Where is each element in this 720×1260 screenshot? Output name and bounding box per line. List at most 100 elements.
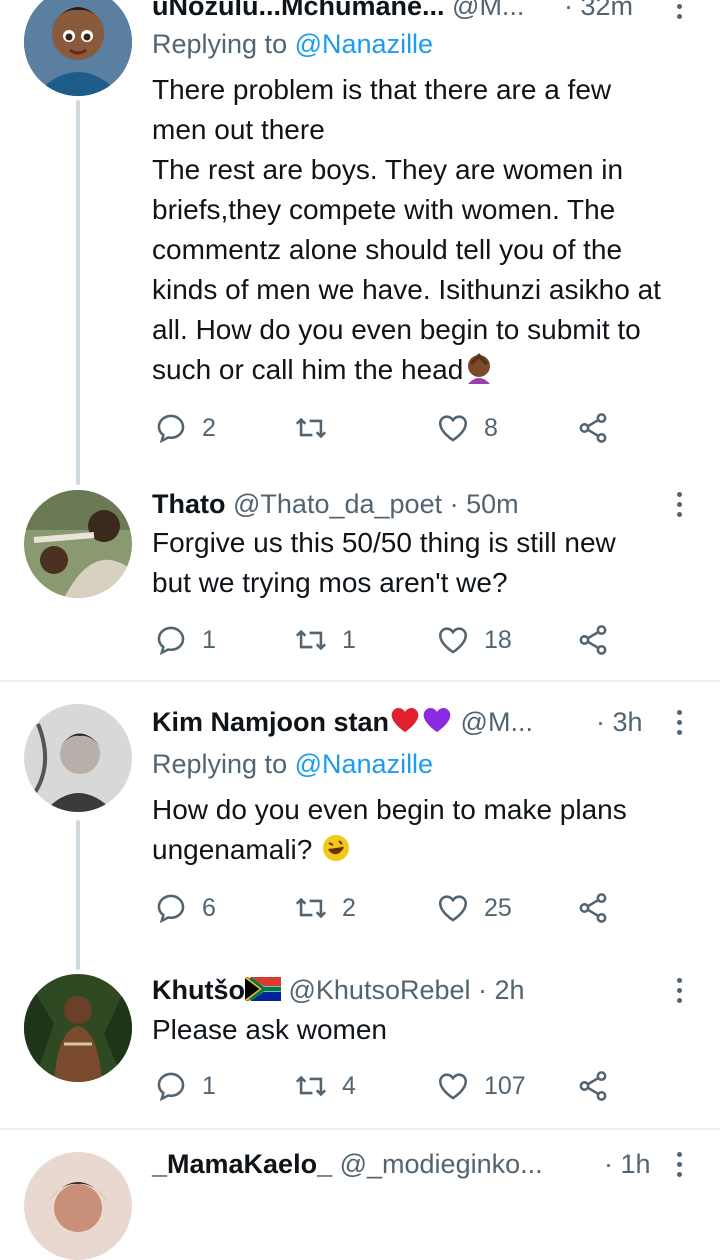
like-count: 8 [484, 413, 498, 442]
text-line: The rest are boys. They are women in [152, 154, 624, 185]
reply-icon [157, 414, 185, 444]
text-fragment: such or call him the head [152, 354, 464, 385]
avatar[interactable] [24, 490, 132, 598]
text-fragment: ungenamali? [152, 834, 313, 865]
reply-button[interactable]: 2 [154, 406, 216, 450]
more-options-icon[interactable] [664, 0, 694, 24]
share-button[interactable] [576, 1064, 610, 1108]
more-options-icon[interactable] [664, 972, 694, 1008]
text-line: men out there [152, 114, 325, 145]
avatar[interactable] [24, 0, 132, 96]
retweet-count: 2 [342, 893, 356, 922]
retweet-icon [295, 629, 327, 651]
tweet-text: How do you even begin to make plans unge… [152, 790, 692, 870]
text-line: but we trying mos aren't we? [152, 567, 508, 598]
reply-icon [157, 626, 185, 656]
reply-button[interactable]: 6 [154, 886, 216, 930]
retweet-button[interactable]: 1 [294, 618, 356, 662]
like-count: 25 [484, 893, 512, 922]
user-handle[interactable]: @M... [461, 707, 533, 737]
avatar[interactable] [24, 704, 132, 812]
text-line: commentz alone should tell you of the [152, 234, 623, 265]
tweet-header: _MamaKaelo_ @_modieginko... · 1h [152, 1146, 680, 1182]
share-button[interactable] [576, 618, 610, 662]
display-name[interactable]: uNozulu...Mchumane... [152, 0, 445, 21]
retweet-button[interactable]: 4 [294, 1064, 356, 1108]
reply-count: 1 [202, 625, 216, 654]
mention-link[interactable]: @Nanazille [295, 749, 433, 779]
share-icon [579, 625, 607, 655]
divider [0, 1128, 720, 1130]
tweet-header: Khutšo @KhutsoRebel · 2h [152, 972, 680, 1008]
retweet-icon [295, 897, 327, 919]
display-name[interactable]: _MamaKaelo_ [152, 1149, 332, 1179]
heart-icon [438, 415, 468, 442]
retweet-icon [295, 417, 327, 439]
text-line: such or call him the head [152, 350, 692, 390]
text-line: Please ask women [152, 1014, 388, 1045]
tweet-actions: 6 2 25 [152, 886, 672, 930]
like-count: 107 [484, 1071, 526, 1100]
text-line: Forgive us this 50/50 thing is still new [152, 527, 616, 558]
user-handle[interactable]: @_modieginko... [340, 1149, 543, 1179]
text-line: all. How do you even begin to submit to [152, 314, 641, 345]
tweet-header: Thato @Thato_da_poet · 50m [152, 486, 680, 522]
display-name[interactable]: Kim Namjoon stan [152, 707, 389, 737]
replying-to: Replying to @Nanazille [152, 746, 433, 782]
heart-icon [438, 627, 468, 654]
timestamp[interactable]: · 50m [450, 489, 519, 519]
timestamp[interactable]: · 32m [564, 0, 633, 24]
avatar[interactable] [24, 1152, 132, 1260]
user-handle[interactable]: @KhutsoRebel [289, 975, 471, 1005]
replying-prefix: Replying to [152, 29, 288, 59]
tweet-actions: 2 8 [152, 406, 672, 450]
replying-prefix: Replying to [152, 749, 288, 779]
thread-line [76, 820, 80, 970]
share-icon [579, 1071, 607, 1101]
avatar[interactable] [24, 974, 132, 1082]
retweet-button[interactable] [294, 406, 342, 450]
heart-icon [438, 895, 468, 922]
text-line: kinds of men we have. Isithunzi asikho a… [152, 274, 661, 305]
reply-icon [157, 894, 185, 924]
share-icon [579, 413, 607, 443]
like-button[interactable]: 8 [436, 406, 498, 450]
timestamp[interactable]: · 2h [478, 975, 525, 1005]
like-button[interactable]: 107 [436, 1064, 526, 1108]
reply-button[interactable]: 1 [154, 618, 216, 662]
south-africa-flag-icon [244, 977, 281, 1001]
like-button[interactable]: 25 [436, 886, 512, 930]
replying-to: Replying to @Nanazille [152, 26, 433, 62]
text-line: How do you even begin to make plans [152, 794, 627, 825]
reply-count: 2 [202, 413, 216, 442]
tweet-header: Kim Namjoon stan @M... · 3h [152, 704, 680, 740]
tweet-text: There problem is that there are a few me… [152, 70, 692, 390]
facepalm-emoji-icon [468, 353, 491, 384]
timestamp[interactable]: · 1h [604, 1146, 651, 1182]
mention-link[interactable]: @Nanazille [295, 29, 433, 59]
retweet-count: 1 [342, 625, 356, 654]
user-handle[interactable]: @M... [452, 0, 524, 21]
thread-line [76, 100, 80, 485]
more-options-icon[interactable] [664, 704, 694, 740]
purple-heart-emoji-icon [423, 708, 451, 732]
user-handle[interactable]: @Thato_da_poet [233, 489, 442, 519]
share-button[interactable] [576, 886, 610, 930]
retweet-button[interactable]: 2 [294, 886, 356, 930]
reply-button[interactable]: 1 [154, 1064, 216, 1108]
more-options-icon[interactable] [664, 1146, 694, 1182]
like-button[interactable]: 18 [436, 618, 512, 662]
text-line: ungenamali? [152, 830, 692, 870]
retweet-count: 4 [342, 1071, 356, 1100]
share-button[interactable] [576, 406, 610, 450]
timestamp[interactable]: · 3h [596, 704, 643, 740]
divider [0, 680, 720, 682]
tweet-actions: 1 4 107 [152, 1064, 672, 1108]
tweet-text: Please ask women [152, 1010, 692, 1050]
display-name[interactable]: Khutšo [152, 975, 245, 1005]
text-line: There problem is that there are a few [152, 74, 612, 105]
rofl-emoji-icon [323, 835, 350, 861]
more-options-icon[interactable] [664, 486, 694, 522]
display-name[interactable]: Thato [152, 489, 226, 519]
retweet-icon [295, 1075, 327, 1097]
